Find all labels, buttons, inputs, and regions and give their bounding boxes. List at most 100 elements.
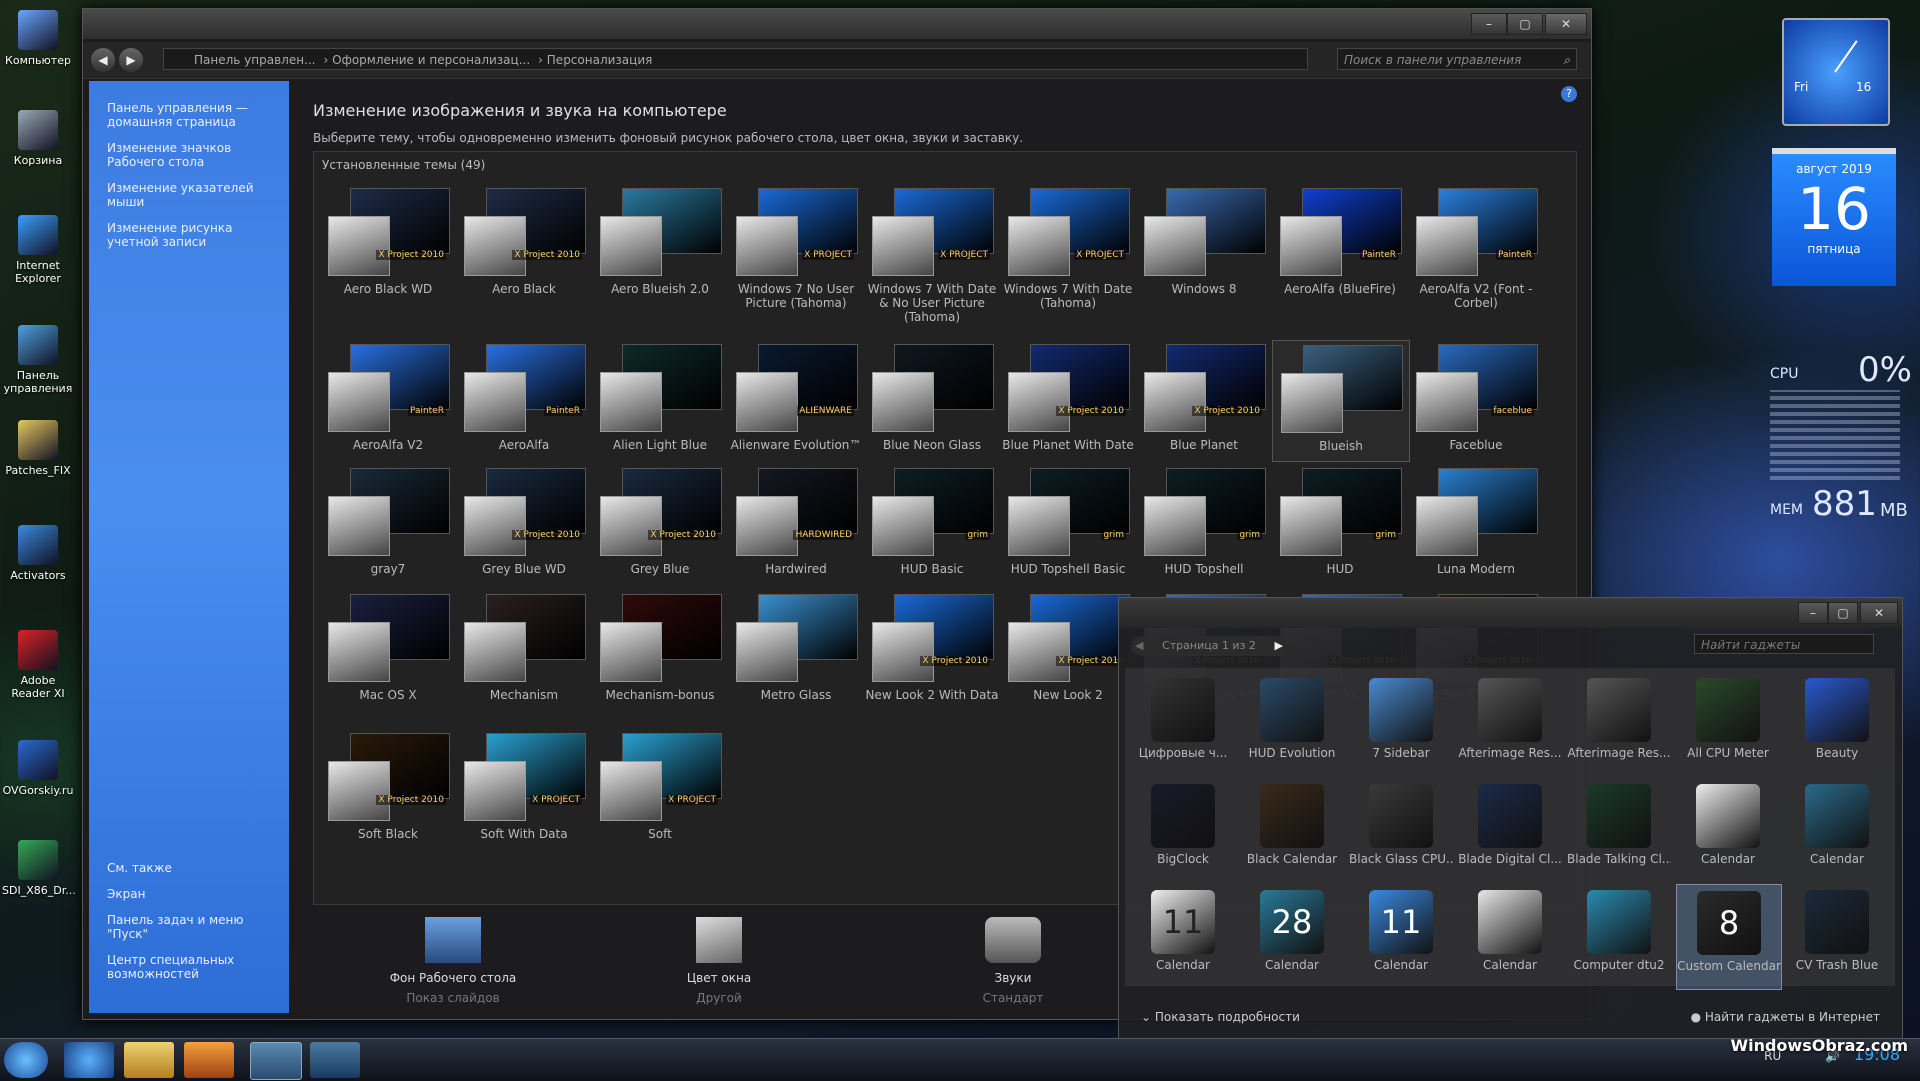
minimize-button[interactable]: – [1471, 13, 1507, 35]
prev-page-icon[interactable]: ◀ [1135, 636, 1143, 656]
sidebar-link-mouse-pointers[interactable]: Изменение указателей мыши [89, 181, 289, 209]
taskbar-control-panel-icon[interactable] [250, 1042, 302, 1080]
desktop-icon[interactable]: OVGorskiy.ru [2, 740, 74, 797]
desktop-icon[interactable]: Панель управления [2, 325, 74, 395]
theme-tile[interactable]: Mac OS X [320, 590, 456, 710]
sidebar-link-account-picture[interactable]: Изменение рисунка учетной записи [89, 221, 289, 249]
theme-tile[interactable]: X Project 2010 Blue Planet [1136, 340, 1272, 460]
see-also-display[interactable]: Экран [89, 887, 289, 901]
search-input[interactable]: Поиск в панели управления ⌕ [1337, 48, 1577, 70]
show-details-toggle[interactable]: ⌄ Показать подробности [1141, 1010, 1300, 1024]
gadget-tile[interactable]: Black Calendar [1240, 778, 1344, 882]
theme-tile[interactable]: X PROJECT Soft With Data [456, 729, 592, 849]
theme-tile[interactable]: Luna Modern [1408, 464, 1544, 584]
gadget-tile[interactable]: BigClock [1131, 778, 1235, 882]
theme-tile[interactable]: X Project 2010 Aero Black [456, 184, 592, 304]
search-icon[interactable]: ⌕ [1563, 49, 1570, 71]
forward-button[interactable]: ▶ [119, 48, 143, 72]
gadget-tile[interactable]: 11 Calendar [1131, 884, 1235, 988]
theme-tile[interactable]: X Project 2010 New Look 2 With Data [864, 590, 1000, 710]
theme-tile[interactable]: Aero Blueish 2.0 [592, 184, 728, 304]
see-also-taskbar[interactable]: Панель задач и меню "Пуск" [89, 913, 289, 941]
theme-tile[interactable]: grim HUD Basic [864, 464, 1000, 584]
gadgets-search-input[interactable]: Найти гаджеты [1694, 634, 1874, 654]
gadget-tile[interactable]: Black Glass CPU... [1349, 778, 1453, 882]
gadget-tile[interactable]: Calendar [1785, 778, 1889, 882]
gadget-tile[interactable]: 28 Calendar [1240, 884, 1344, 988]
gadgets-maximize-button[interactable]: ▢ [1828, 602, 1858, 624]
theme-tile[interactable]: Windows 8 [1136, 184, 1272, 304]
desktop-icon[interactable]: Adobe Reader XI [2, 630, 74, 700]
sidebar-link-home[interactable]: Панель управления — домашняя страница [89, 101, 289, 129]
desktop-icon[interactable]: Activators [2, 525, 74, 582]
maximize-button[interactable]: ▢ [1507, 13, 1543, 35]
theme-tile[interactable]: PainteR AeroAlfa V2 [320, 340, 456, 460]
window-color-option[interactable]: Цвет окна Другой [629, 911, 809, 1005]
theme-tile[interactable]: Blue Neon Glass [864, 340, 1000, 460]
theme-tile[interactable]: gray7 [320, 464, 456, 584]
theme-tile[interactable]: Metro Glass [728, 590, 864, 710]
gadget-tile[interactable]: Blade Talking Cl... [1567, 778, 1671, 882]
theme-tile[interactable]: PainteR AeroAlfa (BlueFire) [1272, 184, 1408, 304]
find-gadgets-online-link[interactable]: ● Найти гаджеты в Интернет [1691, 1010, 1880, 1024]
theme-tile[interactable]: ALIENWARE Alienware Evolution™ [728, 340, 864, 460]
gadget-tile[interactable]: Blade Digital Cl... [1458, 778, 1562, 882]
gadget-tile[interactable]: Calendar [1676, 778, 1780, 882]
theme-tile[interactable]: Mechanism-bonus [592, 590, 728, 710]
theme-tile[interactable]: Blueish [1272, 340, 1410, 462]
clock-gadget[interactable]: Fri 16 [1782, 18, 1890, 126]
gadgets-pager[interactable]: ◀ Страница 1 из 2 ▶ [1131, 636, 1287, 656]
theme-tile[interactable]: PainteR AeroAlfa [456, 340, 592, 460]
theme-tile[interactable]: X Project 2010 New Look 2 [1000, 590, 1136, 710]
close-button[interactable]: ✕ [1545, 13, 1587, 35]
gadget-tile[interactable]: 11 Calendar [1349, 884, 1453, 988]
taskbar-media-player-icon[interactable] [184, 1042, 234, 1078]
theme-tile[interactable]: grim HUD [1272, 464, 1408, 584]
cpu-meter-gadget[interactable]: CPU 0% MEM 881 MB [1766, 350, 1916, 540]
gadgets-close-button[interactable]: ✕ [1860, 602, 1898, 624]
desktop-icon[interactable]: SDI_X86_Dr... [2, 840, 76, 897]
gadgets-minimize-button[interactable]: – [1798, 602, 1828, 624]
gadget-tile[interactable]: Calendar [1458, 884, 1562, 988]
sounds-option[interactable]: Звуки Стандарт [923, 911, 1103, 1005]
theme-tile[interactable]: X PROJECT Windows 7 With Date & No User P… [864, 184, 1000, 324]
gadget-tile[interactable]: All CPU Meter [1676, 672, 1780, 776]
theme-tile[interactable]: HARDWIRED Hardwired [728, 464, 864, 584]
taskbar-explorer-icon[interactable] [124, 1042, 174, 1078]
gadget-tile[interactable]: 8 Custom Calendar [1676, 884, 1782, 990]
gadget-tile[interactable]: 7 Sidebar [1349, 672, 1453, 776]
gadget-tile[interactable]: HUD Evolution [1240, 672, 1344, 776]
theme-tile[interactable]: X Project 2010 Grey Blue WD [456, 464, 592, 584]
theme-tile[interactable]: X PROJECT Windows 7 With Date (Tahoma) [1000, 184, 1136, 310]
gadget-tile[interactable]: Beauty [1785, 672, 1889, 776]
theme-tile[interactable]: X Project 2010 Aero Black WD [320, 184, 456, 304]
breadcrumb-item[interactable]: Персонализация [547, 53, 653, 67]
taskbar-ie-icon[interactable] [64, 1042, 114, 1078]
gadget-tile[interactable]: Afterimage Res... [1567, 672, 1671, 776]
desktop-icon[interactable]: Компьютер [2, 10, 74, 67]
breadcrumb-item[interactable]: Оформление и персонализац... [332, 53, 530, 67]
sidebar-link-desktop-icons[interactable]: Изменение значков Рабочего стола [89, 141, 289, 169]
theme-tile[interactable]: Mechanism [456, 590, 592, 710]
help-icon[interactable]: ? [1561, 86, 1577, 102]
theme-tile[interactable]: X Project 2010 Blue Planet With Date [1000, 340, 1136, 460]
desktop-icon[interactable]: Internet Explorer [2, 215, 74, 285]
next-page-icon[interactable]: ▶ [1275, 636, 1283, 656]
gadget-tile[interactable]: Computer dtu2 [1567, 884, 1671, 988]
gadget-tile[interactable]: CV Trash Blue [1785, 884, 1889, 988]
desktop-background-option[interactable]: Фон Рабочего стола Показ слайдов [363, 911, 543, 1005]
taskbar-gadgets-icon[interactable] [310, 1042, 360, 1078]
theme-tile[interactable]: Alien Light Blue [592, 340, 728, 460]
theme-tile[interactable]: X Project 2010 Soft Black [320, 729, 456, 849]
title-bar[interactable]: – ▢ ✕ [83, 9, 1591, 39]
theme-tile[interactable]: grim HUD Topshell Basic [1000, 464, 1136, 584]
desktop-icon[interactable]: Patches_FIX [2, 420, 74, 477]
gadget-tile[interactable]: Afterimage Res... [1458, 672, 1562, 776]
see-also-ease-of-access[interactable]: Центр специальных возможностей [89, 953, 289, 981]
desktop-icon[interactable]: Корзина [2, 110, 74, 167]
theme-tile[interactable]: X PROJECT Windows 7 No User Picture (Taho… [728, 184, 864, 310]
start-button[interactable] [4, 1042, 48, 1078]
breadcrumb[interactable]: Панель управлен... › Оформление и персона… [163, 48, 1308, 70]
gadget-tile[interactable]: Цифровые ч... [1131, 672, 1235, 776]
back-button[interactable]: ◀ [91, 48, 115, 72]
